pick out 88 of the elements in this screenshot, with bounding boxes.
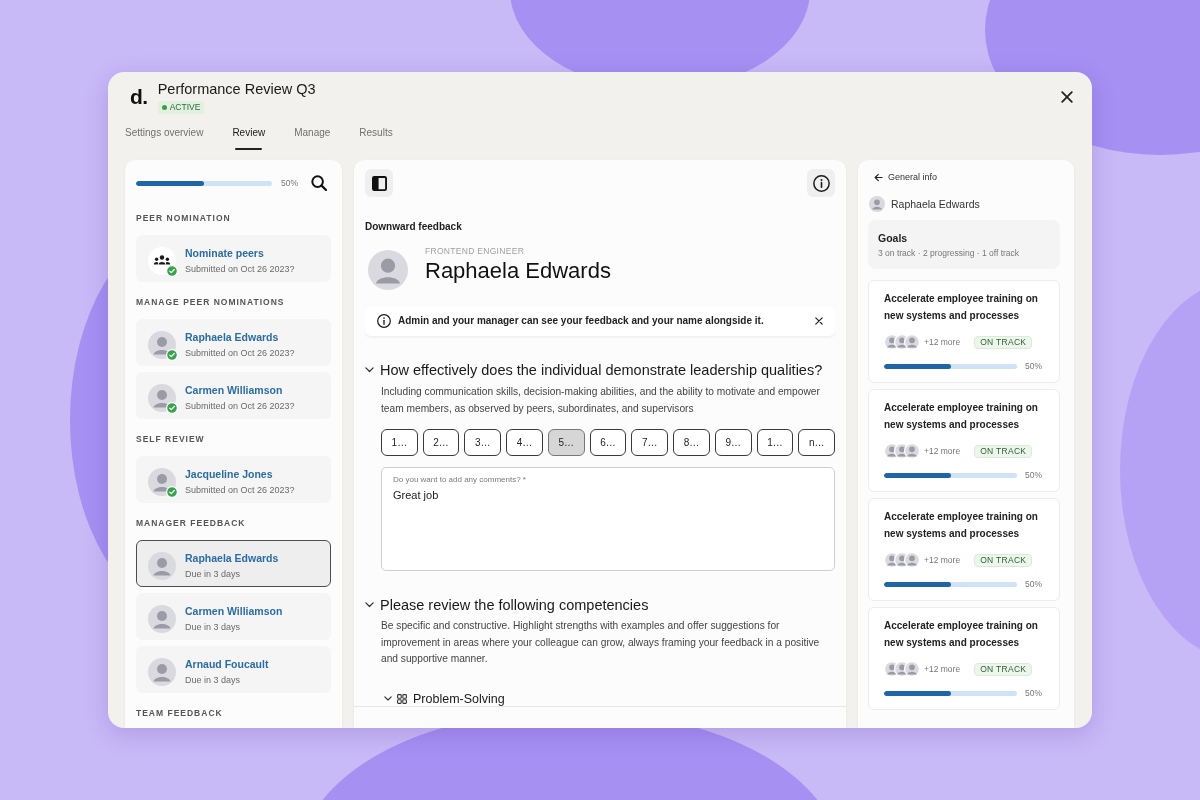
avatar-icon bbox=[148, 657, 176, 686]
rating-option[interactable]: 5… bbox=[547, 429, 585, 456]
review-list-item[interactable]: Jacqueline Jones Submitted on Oct 26 2023? bbox=[136, 456, 331, 503]
review-list-item[interactable]: Raphaela Edwards Submitted on Oct 26 2023? bbox=[136, 319, 331, 366]
rating-option[interactable]: 4… bbox=[506, 429, 543, 456]
tab[interactable]: Manage bbox=[294, 126, 331, 150]
rating-option[interactable]: 1… bbox=[381, 429, 418, 456]
avatar-icon bbox=[904, 552, 920, 568]
field-label: Do you want to add any comments? * bbox=[393, 474, 527, 485]
info-icon bbox=[377, 314, 391, 328]
progress-reading: 50% bbox=[1025, 687, 1042, 699]
rating-option[interactable]: 8… bbox=[673, 429, 710, 456]
tab[interactable]: Settings overview bbox=[125, 126, 204, 150]
rating-option[interactable]: 3… bbox=[464, 429, 502, 456]
sidebar-toggle-button[interactable] bbox=[365, 169, 393, 197]
avatar-icon bbox=[904, 443, 920, 459]
status-dot-icon bbox=[161, 105, 167, 110]
goal-title: Accelerate employee training on new systems and processes bbox=[884, 619, 1039, 650]
tab[interactable]: Review bbox=[232, 126, 266, 150]
review-list-item[interactable]: Carmen Williamson Submitted on Oct 26 2023? bbox=[136, 372, 331, 419]
section-label: SELF REVIEW bbox=[136, 433, 206, 445]
close-icon bbox=[1061, 91, 1073, 103]
grid-icon bbox=[397, 693, 407, 704]
progress-reading: 50% bbox=[1025, 578, 1042, 590]
section-label: TEAM FEEDBACK bbox=[136, 707, 224, 719]
rating-option[interactable]: 2… bbox=[422, 429, 460, 456]
rating-option[interactable]: n… bbox=[798, 429, 835, 456]
search-icon bbox=[311, 175, 327, 191]
info-icon bbox=[812, 174, 830, 192]
chevron-icon[interactable] bbox=[365, 367, 374, 373]
competency-title: Problem-Solving bbox=[413, 691, 505, 706]
search-button[interactable] bbox=[311, 175, 327, 191]
rating-option[interactable]: 9… bbox=[714, 429, 752, 456]
person-role: FRONTEND ENGINEER bbox=[425, 245, 526, 257]
review-list-item[interactable]: Arnaud Foucault Due in 3 days bbox=[136, 646, 331, 693]
progress-reading: 50% bbox=[281, 177, 298, 189]
goals-summary: 3 on track · 2 progressing · 1 off track bbox=[878, 247, 1021, 259]
avatar-icon bbox=[368, 250, 408, 290]
rating-option[interactable]: 6… bbox=[589, 429, 627, 456]
avatar-icon bbox=[148, 604, 176, 633]
tab[interactable]: Results bbox=[359, 126, 393, 150]
window-title: Performance Review Q3 bbox=[157, 80, 316, 98]
sidebar-panel-icon bbox=[371, 175, 387, 191]
section-label: MANAGER FEEDBACK bbox=[136, 517, 247, 529]
more-count: +12 more bbox=[924, 554, 961, 566]
dismiss-button[interactable] bbox=[814, 316, 824, 326]
back-link[interactable]: General info bbox=[874, 171, 938, 183]
review-list-item[interactable]: Carmen Williamson Due in 3 days bbox=[136, 593, 331, 640]
goal-title: Accelerate employee training on new systems and processes bbox=[884, 401, 1039, 432]
feedback-type-label: Downward feedback bbox=[365, 220, 463, 234]
arrow-left-icon bbox=[874, 172, 883, 182]
chevron-icon[interactable] bbox=[384, 696, 392, 701]
question-description: Be specific and constructive. Highlight strengths with examples and offer suggestions for improvement in areas where your colleague can grow, always framing your feedback in a positive and supportive manner. bbox=[381, 619, 821, 666]
notice-text: Admin and your manager can see your feedback and your name alongside it. bbox=[398, 314, 764, 328]
status-badge: ON TRACK bbox=[974, 662, 1033, 676]
section-label: MANAGE PEER NOMINATIONS bbox=[136, 296, 286, 308]
status-badge: ON TRACK bbox=[974, 553, 1033, 567]
avatar-icon bbox=[869, 196, 885, 212]
close-button[interactable] bbox=[1060, 90, 1074, 104]
progress-reading: 50% bbox=[1025, 469, 1042, 481]
person-name: Raphaela Edwards bbox=[891, 197, 980, 211]
more-count: +12 more bbox=[924, 663, 961, 675]
review-list-item[interactable]: Raphaela Edwards Due in 3 days bbox=[136, 540, 331, 587]
logo: d. bbox=[130, 86, 148, 108]
close-icon bbox=[815, 317, 823, 325]
goal-title: Accelerate employee training on new systems and processes bbox=[884, 292, 1039, 323]
rating-option[interactable]: 7… bbox=[631, 429, 669, 456]
review-list-item[interactable]: Nominate peers Submitted on Oct 26 2023? bbox=[136, 235, 331, 282]
comment-field[interactable]: Do you want to add any comments? * Great job bbox=[381, 467, 835, 571]
status-badge: ON TRACK bbox=[974, 444, 1033, 458]
more-count: +12 more bbox=[924, 336, 961, 348]
section-label: PEER NOMINATION bbox=[136, 212, 232, 224]
goals-title: Goals bbox=[878, 231, 909, 245]
question-title: Please review the following competencies bbox=[380, 596, 649, 615]
goal-title: Accelerate employee training on new systems and processes bbox=[884, 510, 1039, 541]
more-count: +12 more bbox=[924, 445, 961, 457]
status-badge: ON TRACK bbox=[974, 335, 1033, 349]
person-name: Raphaela Edwards bbox=[425, 258, 611, 284]
chevron-icon[interactable] bbox=[365, 602, 374, 608]
progress-reading: 50% bbox=[1025, 360, 1042, 372]
info-button[interactable] bbox=[807, 169, 835, 197]
avatar-icon bbox=[904, 661, 920, 677]
rating-option[interactable]: 1… bbox=[756, 429, 794, 456]
avatar-icon bbox=[904, 334, 920, 350]
question-title: How effectively does the individual demonstrate leadership qualities? bbox=[380, 361, 823, 380]
question-description: Including communication skills, decision-making abilities, and the ability to motivate and empower team members, as observed by peers, subordinates, and supervisors bbox=[381, 385, 821, 416]
avatar-icon bbox=[148, 551, 176, 580]
status-text: ACTIVE bbox=[169, 101, 201, 114]
